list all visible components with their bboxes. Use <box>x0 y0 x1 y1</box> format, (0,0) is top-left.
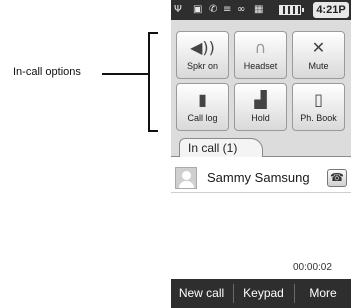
end-call-icon: ☎ <box>330 171 344 184</box>
keypad-button[interactable]: Keypad <box>234 279 293 308</box>
annotation-leader-line <box>102 73 148 75</box>
battery-icon <box>279 5 304 15</box>
signal-icon: Ψ <box>174 4 182 15</box>
annotation-label: In-call options <box>13 66 81 78</box>
bluetooth-icon: ≡ <box>223 4 232 15</box>
active-call-row[interactable]: Sammy Samsung ☎ <box>171 163 351 193</box>
mute-label: Mute <box>308 61 329 71</box>
tab-in-call[interactable]: In call (1) <box>179 138 263 157</box>
status-bar: Ψ ▣ ✆ ≡ ∞ ▦ 4:21P <box>171 0 351 20</box>
hold-icon: ▟ <box>254 90 267 109</box>
call-log-label: Call log <box>187 113 218 123</box>
bottom-softkey-bar: New call Keypad More <box>171 279 351 308</box>
voicemail-icon: ∞ <box>237 4 246 15</box>
avatar <box>175 167 197 189</box>
mute-icon: ✕ <box>311 38 326 57</box>
caller-name: Sammy Samsung <box>207 170 310 185</box>
end-call-button[interactable]: ☎ <box>327 169 347 187</box>
in-call-options-panel: ◀)) Spkr on ∩ Headset ✕ Mute ▮ Call log … <box>171 20 351 138</box>
hold-button[interactable]: ▟ Hold <box>234 83 287 131</box>
avatar-body <box>179 181 194 188</box>
call-log-button[interactable]: ▮ Call log <box>176 83 229 131</box>
mute-button[interactable]: ✕ Mute <box>292 31 345 79</box>
tab-strip: In call (1) <box>171 138 351 157</box>
speaker-icon: ◀)) <box>190 38 215 57</box>
headset-icon: ∩ <box>254 38 267 57</box>
status-time: 4:21P <box>313 2 349 18</box>
avatar-head <box>182 171 191 180</box>
phonebook-icon: ▯ <box>314 90 323 109</box>
call-icon: ✆ <box>209 4 218 15</box>
speaker-on-button[interactable]: ◀)) Spkr on <box>176 31 229 79</box>
call-log-icon: ▮ <box>198 90 207 109</box>
phonebook-label: Ph. Book <box>300 113 337 123</box>
phonebook-button[interactable]: ▯ Ph. Book <box>292 83 345 131</box>
headset-label: Headset <box>243 61 278 71</box>
phone-screen: Ψ ▣ ✆ ≡ ∞ ▦ 4:21P ◀)) Spkr on ∩ Headset … <box>171 0 351 308</box>
annotation-bracket <box>148 32 158 132</box>
network-icon: ▦ <box>254 4 264 15</box>
call-duration: 00:00:02 <box>293 262 332 273</box>
more-button[interactable]: More <box>295 279 351 308</box>
headset-button[interactable]: ∩ Headset <box>234 31 287 79</box>
message-icon: ▣ <box>193 4 203 15</box>
speaker-on-label: Spkr on <box>186 61 219 71</box>
new-call-button[interactable]: New call <box>171 279 232 308</box>
hold-label: Hold <box>251 113 270 123</box>
